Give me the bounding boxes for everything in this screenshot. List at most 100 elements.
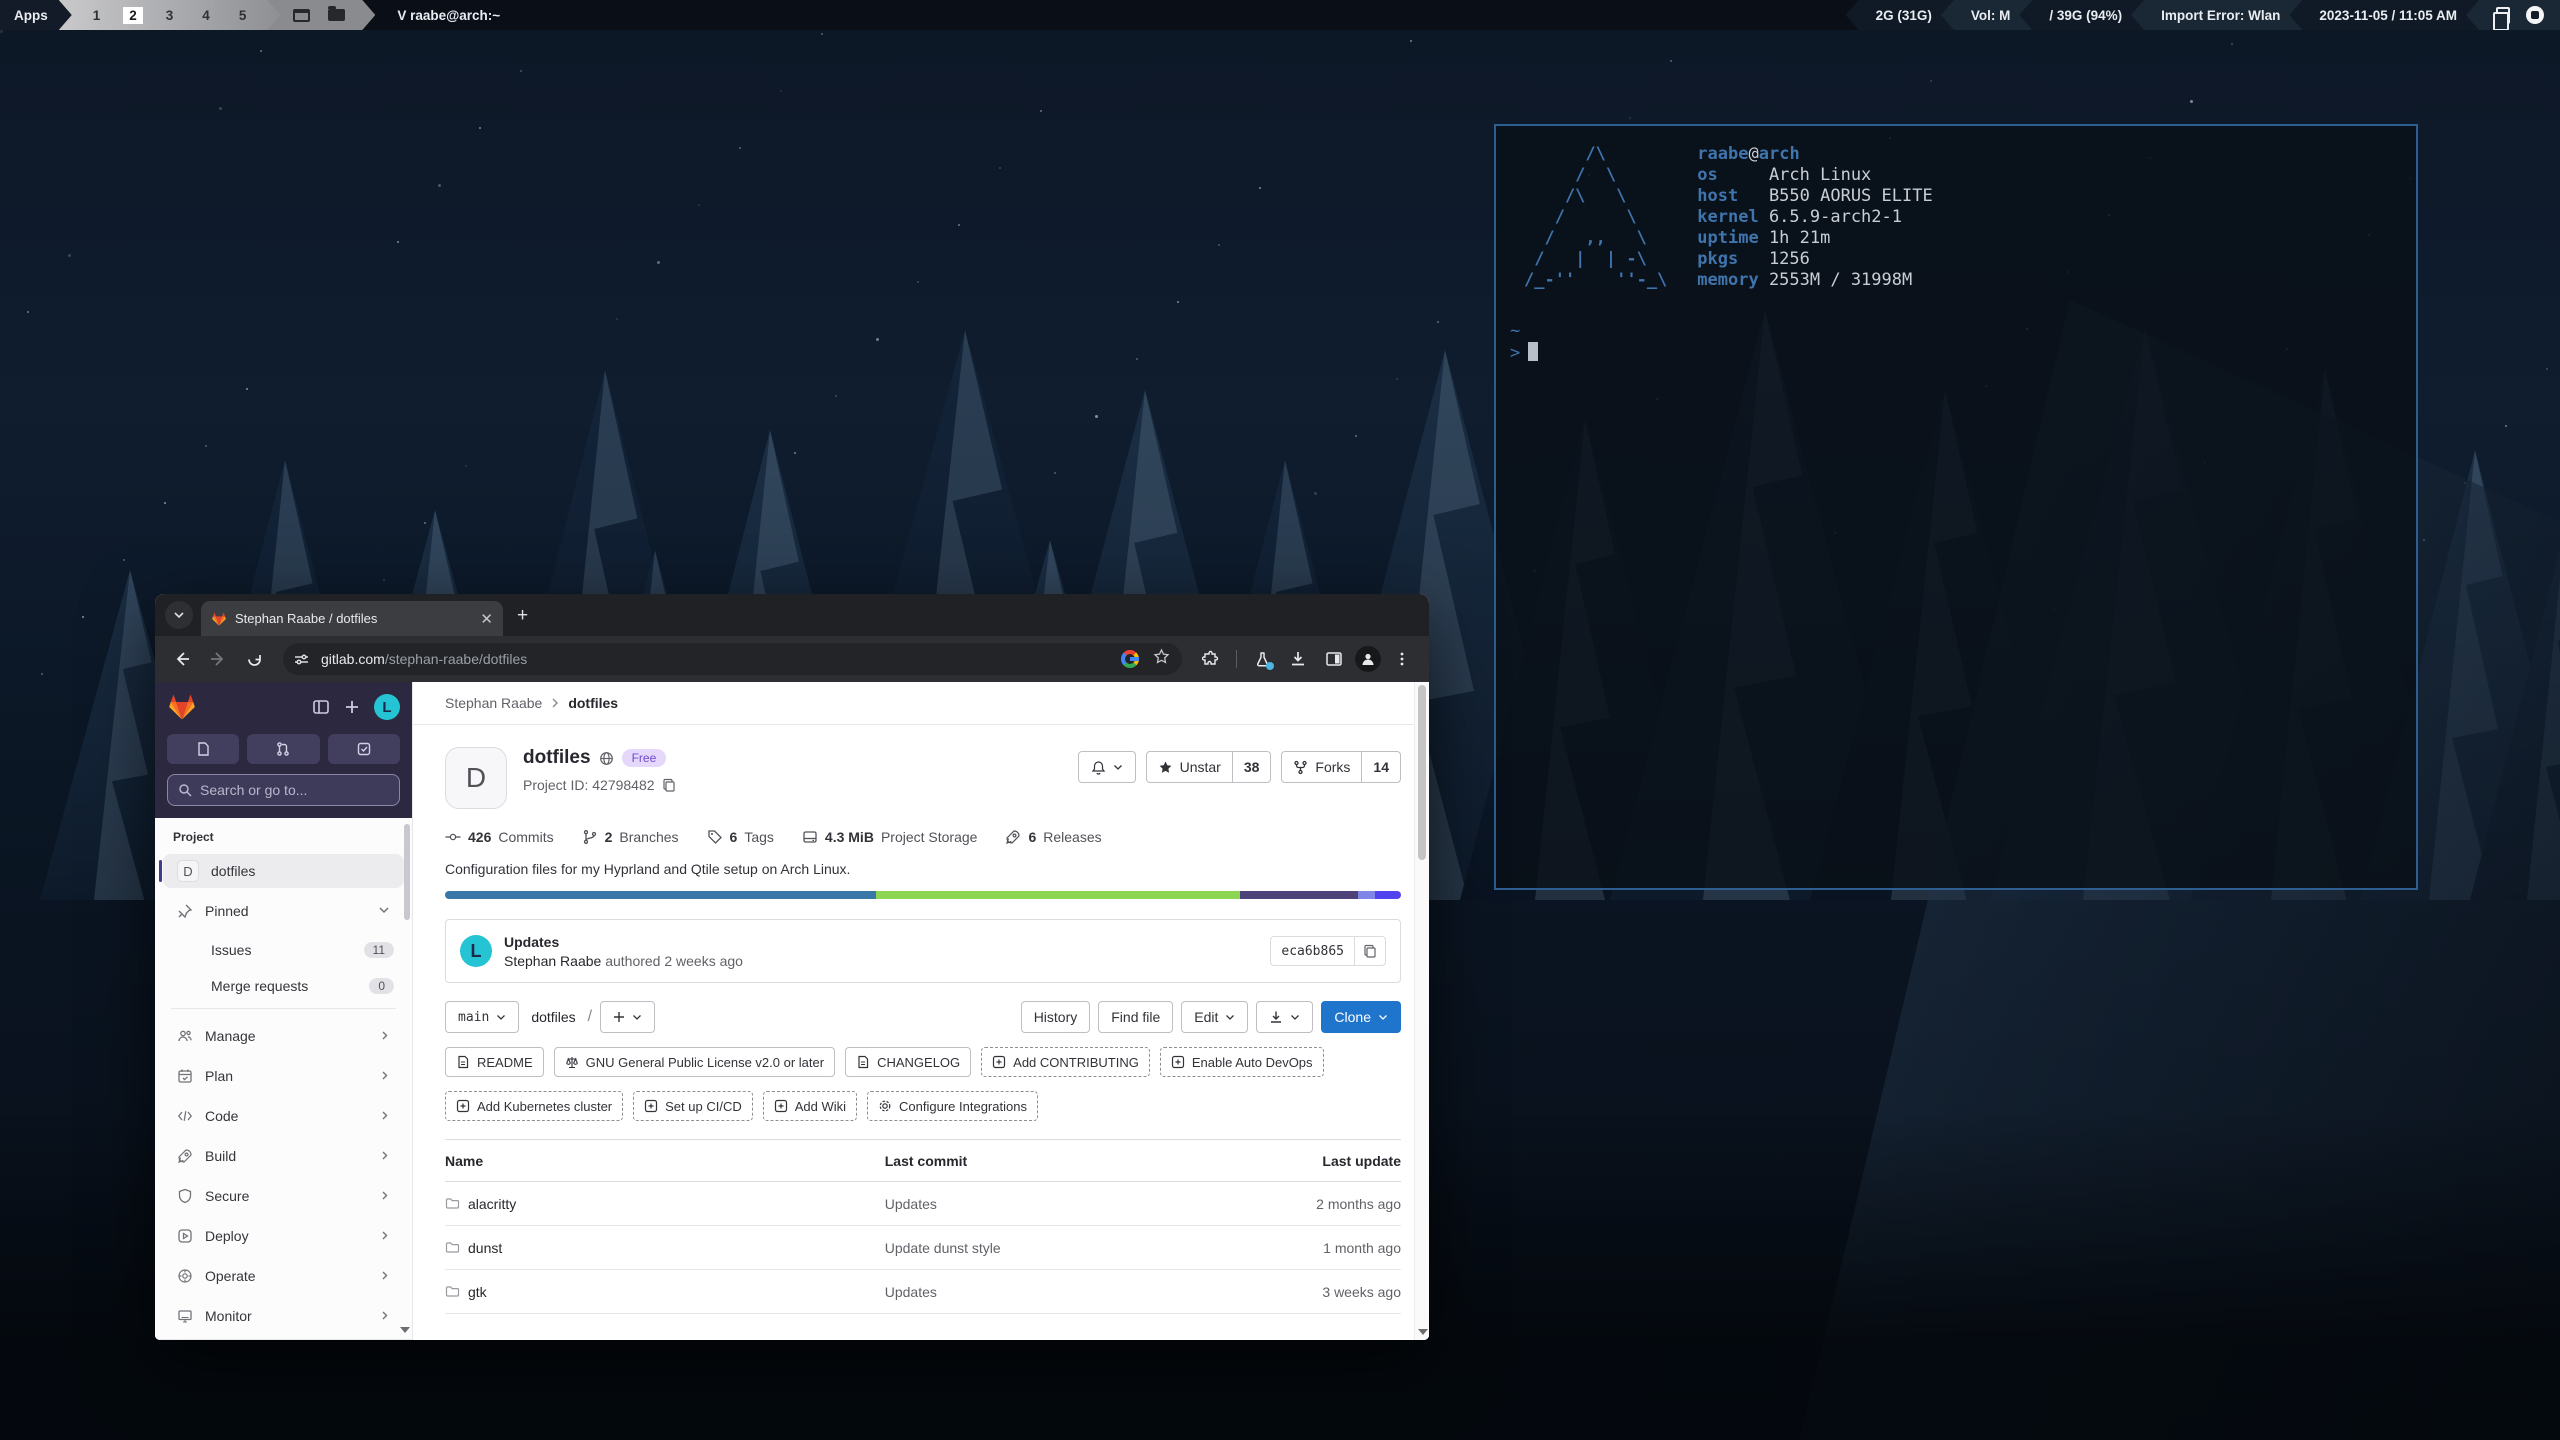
workspace-2-active[interactable]: 2: [123, 7, 143, 24]
language-bar[interactable]: [445, 891, 1401, 899]
new-tab-button[interactable]: +: [517, 605, 528, 627]
star: [260, 50, 262, 52]
profile-avatar[interactable]: [1355, 646, 1381, 672]
workspace-3[interactable]: 3: [160, 7, 180, 24]
add-file-button[interactable]: [600, 1001, 655, 1033]
enable-auto-devops-badge[interactable]: Enable Auto DevOps: [1160, 1047, 1324, 1077]
readme-badge[interactable]: README: [445, 1047, 544, 1077]
workspace-1[interactable]: 1: [87, 7, 107, 24]
site-settings-icon[interactable]: [289, 647, 313, 671]
sidebar-item-pinned[interactable]: Pinned: [163, 894, 404, 928]
volume-widget[interactable]: Vol: M: [1941, 0, 2033, 30]
breadcrumb-parent[interactable]: Stephan Raabe: [445, 695, 542, 711]
tab-search-button[interactable]: [165, 601, 193, 629]
workspace-5[interactable]: 5: [233, 7, 253, 24]
todo-shortcut-icon[interactable]: [328, 734, 400, 764]
table-row[interactable]: dunst Update dunst style 1 month ago: [445, 1226, 1401, 1270]
clone-button[interactable]: Clone: [1321, 1001, 1401, 1033]
commit-author[interactable]: Stephan Raabe: [504, 953, 601, 969]
table-row[interactable]: alacritty Updates 2 months ago: [445, 1182, 1401, 1226]
power-icon[interactable]: [2526, 6, 2544, 24]
window-icon[interactable]: [293, 9, 310, 22]
plus-square-icon: [456, 1099, 470, 1113]
notifications-button[interactable]: [1078, 751, 1136, 783]
reload-icon[interactable]: [239, 644, 269, 674]
google-icon[interactable]: [1121, 650, 1139, 668]
sidebar-item-build[interactable]: Build: [163, 1139, 404, 1173]
sidebar-item-deploy[interactable]: Deploy: [163, 1219, 404, 1253]
sidebar-toggle-icon[interactable]: [312, 698, 330, 716]
gitlab-logo[interactable]: [167, 692, 197, 722]
add-contributing-badge[interactable]: Add CONTRIBUTING: [981, 1047, 1150, 1077]
commit-author-avatar[interactable]: L: [460, 935, 492, 967]
repo-path[interactable]: dotfiles: [531, 1009, 575, 1025]
side-panel-icon[interactable]: [1319, 644, 1349, 674]
page-scrollbar-thumb[interactable]: [1418, 685, 1426, 860]
sidebar-scrollbar-thumb[interactable]: [404, 824, 410, 920]
apps-menu-button[interactable]: Apps: [0, 0, 72, 30]
changelog-badge[interactable]: CHANGELOG: [845, 1047, 971, 1077]
sidebar-item-secure[interactable]: Secure: [163, 1179, 404, 1213]
license-badge[interactable]: GNU General Public License v2.0 or later: [554, 1047, 835, 1077]
sidebar-item-help[interactable]: ? Help: [155, 1339, 412, 1340]
extensions-icon[interactable]: [1196, 644, 1226, 674]
sidebar-item-issues[interactable]: Issues 11: [155, 934, 412, 966]
configure-integrations-badge[interactable]: Configure Integrations: [867, 1091, 1038, 1121]
find-file-button[interactable]: Find file: [1098, 1001, 1173, 1033]
stat-storage[interactable]: 4.3 MiBProject Storage: [802, 829, 978, 845]
workspace-4[interactable]: 4: [196, 7, 216, 24]
star-count[interactable]: 38: [1232, 752, 1271, 782]
sidebar-item-project-dotfiles[interactable]: D dotfiles: [163, 854, 404, 888]
add-kubernetes-badge[interactable]: Add Kubernetes cluster: [445, 1091, 623, 1121]
column-header-name[interactable]: Name: [445, 1140, 885, 1182]
stat-commits[interactable]: 426Commits: [445, 829, 554, 845]
add-wiki-badge[interactable]: Add Wiki: [763, 1091, 857, 1121]
experiments-flask-icon[interactable]: [1247, 644, 1277, 674]
sidebar-item-merge-requests[interactable]: Merge requests 0: [155, 970, 412, 1002]
page-scrollbar[interactable]: [1414, 682, 1429, 1340]
menu-kebab-icon[interactable]: [1387, 644, 1417, 674]
back-icon[interactable]: [167, 644, 197, 674]
commit-message-link[interactable]: Updates: [504, 934, 743, 950]
unstar-button[interactable]: Unstar: [1147, 752, 1232, 782]
deploy-icon: [177, 1228, 193, 1244]
bookmark-star-icon[interactable]: [1153, 648, 1170, 670]
sidebar-item-manage[interactable]: Manage: [163, 1019, 404, 1053]
copy-hash-button[interactable]: [1354, 937, 1385, 965]
branch-selector[interactable]: main: [445, 1001, 519, 1033]
table-row[interactable]: gtk Updates 3 weeks ago: [445, 1270, 1401, 1314]
sidebar-item-plan[interactable]: Plan: [163, 1059, 404, 1093]
forks-button[interactable]: Forks: [1282, 752, 1361, 782]
plan-badge[interactable]: Free: [622, 749, 667, 767]
forward-icon[interactable]: [203, 644, 233, 674]
download-source-button[interactable]: [1256, 1001, 1313, 1033]
stat-tags[interactable]: 6Tags: [707, 829, 774, 845]
sidebar-item-code[interactable]: Code: [163, 1099, 404, 1133]
stat-branches[interactable]: 2Branches: [582, 829, 679, 845]
downloads-icon[interactable]: [1283, 644, 1313, 674]
search-input[interactable]: Search or go to...: [167, 774, 400, 806]
edit-button[interactable]: Edit: [1181, 1001, 1248, 1033]
sidebar-scrollbar-arrow-icon[interactable]: [400, 1327, 410, 1333]
address-bar[interactable]: gitlab.com/stephan-raabe/dotfiles: [283, 643, 1182, 675]
column-header-last-update[interactable]: Last update: [1183, 1140, 1401, 1182]
history-button[interactable]: History: [1021, 1001, 1091, 1033]
copy-icon[interactable]: [662, 778, 676, 792]
merge-requests-shortcut-icon[interactable]: [247, 734, 319, 764]
setup-cicd-badge[interactable]: Set up CI/CD: [633, 1091, 753, 1121]
create-new-icon[interactable]: [344, 699, 360, 715]
browser-tab-active[interactable]: Stephan Raabe / dotfiles ✕: [201, 601, 503, 636]
user-avatar[interactable]: L: [374, 694, 400, 720]
sidebar-item-operate[interactable]: Operate: [163, 1259, 404, 1293]
breadcrumb-current[interactable]: dotfiles: [568, 695, 618, 711]
folder-icon[interactable]: [328, 9, 345, 21]
issues-shortcut-icon[interactable]: [167, 734, 239, 764]
clipboard-icon[interactable]: [2496, 7, 2510, 24]
terminal-window[interactable]: /\ / \ /\ \ / \ / ,, \ / | | -\ /_-'' ''…: [1494, 124, 2418, 890]
page-scrollbar-arrow-icon[interactable]: [1418, 1329, 1428, 1335]
stat-releases[interactable]: 6Releases: [1005, 829, 1101, 845]
fork-count[interactable]: 14: [1361, 752, 1400, 782]
commit-hash[interactable]: eca6b865: [1271, 937, 1354, 965]
tab-close-icon[interactable]: ✕: [480, 610, 493, 628]
sidebar-item-monitor[interactable]: Monitor: [163, 1299, 404, 1333]
